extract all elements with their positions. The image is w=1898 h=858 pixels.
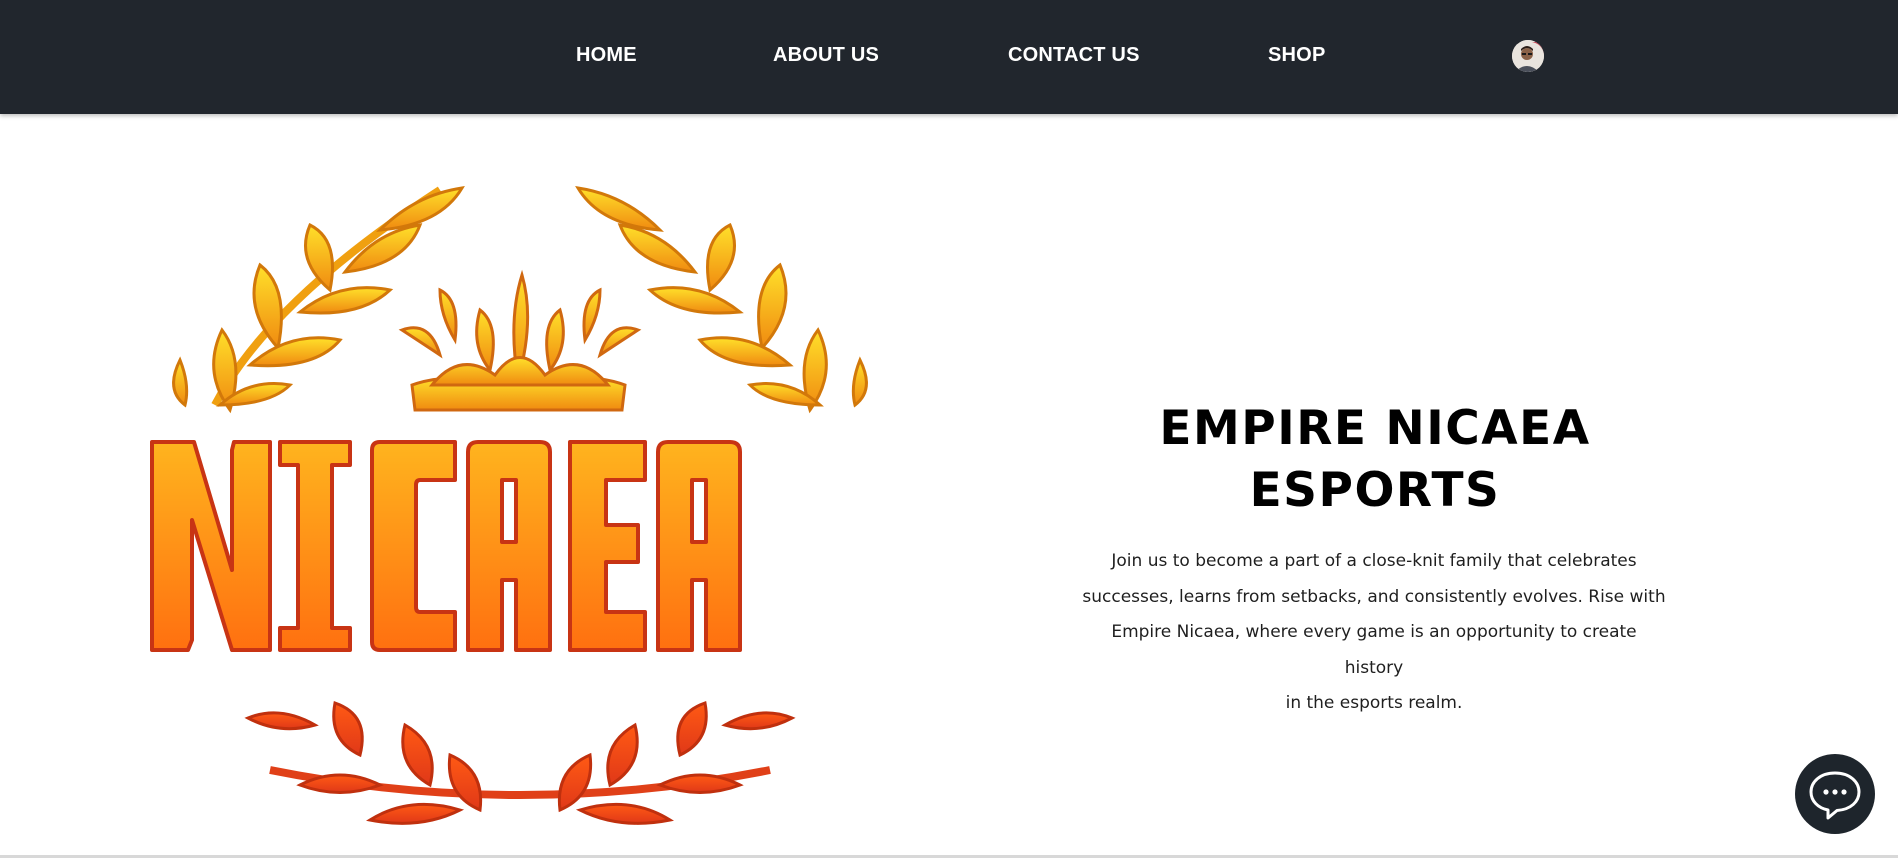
hero-description: Join us to become a part of a close-knit… (1080, 544, 1668, 722)
nav-home-link[interactable]: HOME (576, 44, 637, 67)
chat-button[interactable] (1795, 754, 1875, 834)
user-avatar-icon[interactable] (1512, 40, 1544, 72)
hero-title: EMPIRE NICAEA ESPORTS (1060, 398, 1690, 522)
top-navigation-bar: HOME ABOUT US CONTACT US SHOP (0, 0, 1898, 114)
hero-description-line: Join us to become a part of a close-knit… (1111, 551, 1637, 571)
hero-description-line: successes, learns from setbacks, and con… (1082, 586, 1666, 607)
nav-shop-link[interactable]: SHOP (1268, 44, 1325, 67)
hero-description-line: in the esports realm. (1285, 693, 1463, 713)
hero-title-line-1: EMPIRE NICAEA (1159, 401, 1591, 456)
hero-description-line: Empire Nicaea, where every game is an op… (1111, 622, 1637, 678)
nicaea-logo (140, 180, 910, 835)
chat-bubble-icon (1809, 771, 1861, 820)
nav-about-us-link[interactable]: ABOUT US (773, 44, 879, 67)
crown-icon (398, 269, 642, 412)
hero-title-line-2: ESPORTS (1249, 463, 1501, 518)
nicaea-wordmark-icon (150, 440, 742, 652)
nav-contact-us-link[interactable]: CONTACT US (1008, 44, 1140, 67)
bottom-laurel-icon (244, 701, 796, 825)
